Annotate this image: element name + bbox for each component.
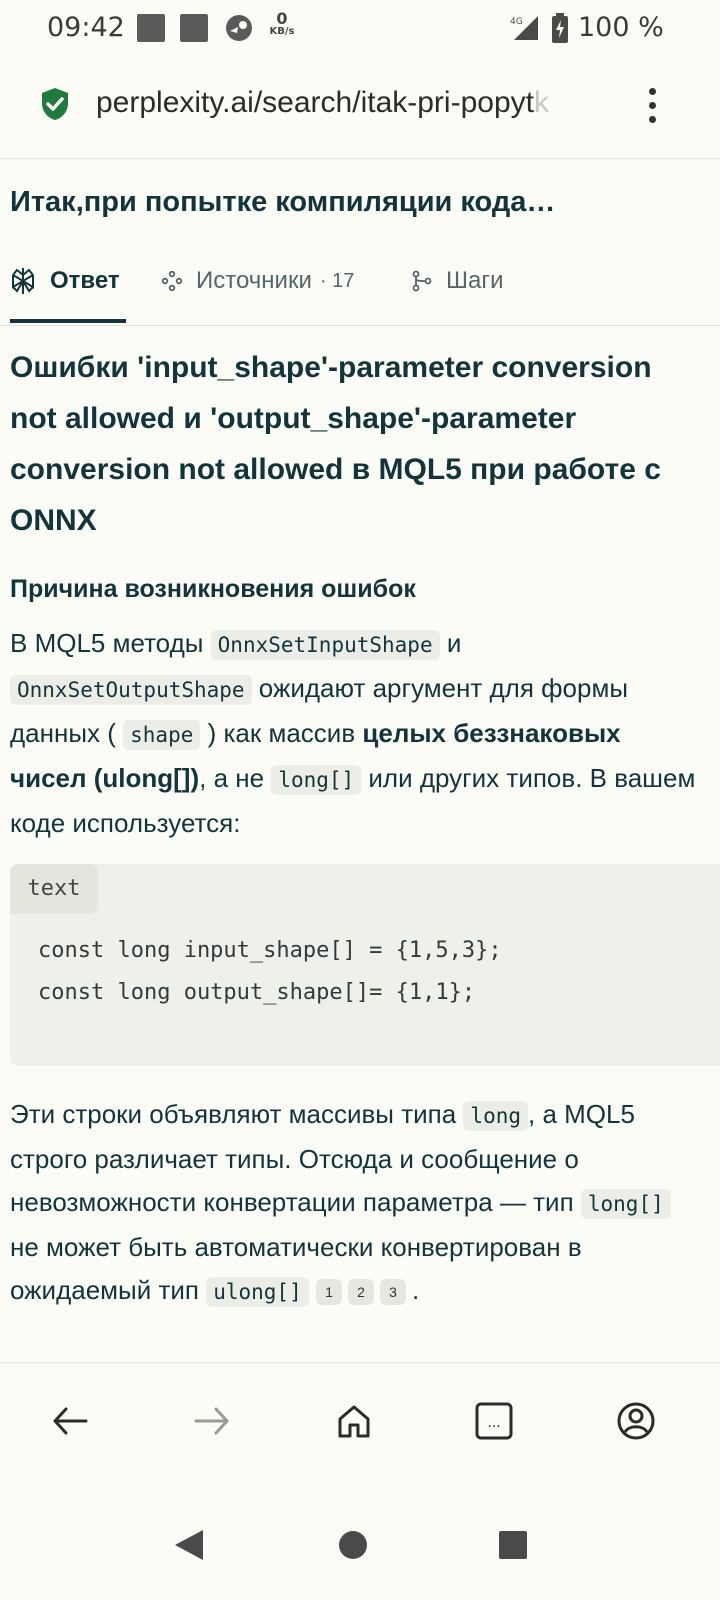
svg-text:4G: 4G	[510, 17, 523, 27]
answer-tabs: Ответ Источники · 17 Шаги	[0, 245, 720, 326]
inline-code: long[]	[580, 1189, 671, 1219]
answer-paragraph-2: Эти строки объявляют массивы типа long, …	[10, 1093, 700, 1314]
tab-answer-label: Ответ	[50, 267, 120, 294]
tab-sources-label: Источники	[196, 267, 312, 294]
url-text[interactable]: perplexity.ai/search/itak-pri-popytk	[96, 86, 616, 120]
code-line: const long input_shape[] = {1,5,3};	[38, 938, 502, 963]
system-nav-bar	[0, 1480, 720, 1600]
svg-text:...: ...	[487, 1415, 500, 1431]
browser-url-bar[interactable]: perplexity.ai/search/itak-pri-popytk	[0, 58, 720, 159]
section-title: Причина возникновения ошибок	[10, 575, 416, 603]
code-line: const long output_shape[]= {1,1};	[38, 980, 476, 1005]
forward-arrow-icon[interactable]	[190, 1399, 234, 1443]
active-tab-indicator	[10, 319, 126, 323]
tab-sources[interactable]: Источники · 17	[162, 261, 354, 301]
code-language-label: text	[10, 864, 98, 914]
back-arrow-icon[interactable]	[48, 1399, 92, 1443]
inline-code: long[]	[271, 765, 362, 795]
tab-steps-label: Шаги	[446, 267, 504, 294]
home-circle-icon[interactable]	[338, 1530, 368, 1560]
tab-steps[interactable]: Шаги	[412, 261, 504, 301]
battery-charging-icon	[552, 13, 568, 43]
back-triangle-icon[interactable]	[173, 1528, 205, 1562]
perplexity-logo-icon	[10, 267, 36, 295]
kebab-menu-icon[interactable]	[640, 86, 664, 126]
citation-badge[interactable]: 3	[379, 1279, 406, 1306]
sources-count: · 17	[319, 269, 355, 292]
recents-square-icon[interactable]	[498, 1530, 528, 1560]
code-block: text const long input_shape[] = {1,5,3};…	[10, 864, 720, 1066]
status-bar: 09:42 0 KB/s 4G 100 %	[0, 0, 720, 58]
sources-icon	[162, 271, 182, 291]
steps-icon	[412, 270, 432, 292]
citation-badge[interactable]: 1	[315, 1279, 342, 1306]
notification-icon	[180, 14, 208, 42]
code-content: const long input_shape[] = {1,5,3}; const…	[38, 930, 502, 1014]
inline-code: ulong[]	[206, 1277, 309, 1307]
citation-badge[interactable]: 2	[347, 1279, 374, 1306]
page-title: Итак,при попытке компиляции кода…	[10, 186, 556, 218]
inline-code: long	[463, 1101, 528, 1131]
signal-icon: 4G	[510, 16, 538, 40]
battery-percent: 100 %	[578, 12, 664, 43]
answer-heading: Ошибки 'input_shape'-parameter conversio…	[10, 351, 661, 537]
net-speed: 0 KB/s	[269, 9, 295, 38]
account-icon[interactable]	[614, 1399, 658, 1443]
status-time: 09:42	[47, 12, 125, 43]
shield-check-icon[interactable]	[40, 87, 70, 121]
inline-code: OnnxSetInputShape	[210, 630, 440, 660]
home-icon[interactable]	[332, 1399, 376, 1443]
app-notification-icon	[226, 15, 252, 41]
browser-bottom-nav: ...	[0, 1362, 720, 1481]
inline-code: OnnxSetOutputShape	[10, 675, 252, 705]
inline-code: shape	[123, 720, 201, 750]
tab-answer[interactable]: Ответ	[10, 261, 120, 301]
tabs-icon[interactable]: ...	[472, 1399, 516, 1443]
answer-paragraph-1: В MQL5 методы OnnxSetInputShape и OnnxSe…	[10, 628, 696, 838]
notification-icon	[137, 14, 165, 42]
